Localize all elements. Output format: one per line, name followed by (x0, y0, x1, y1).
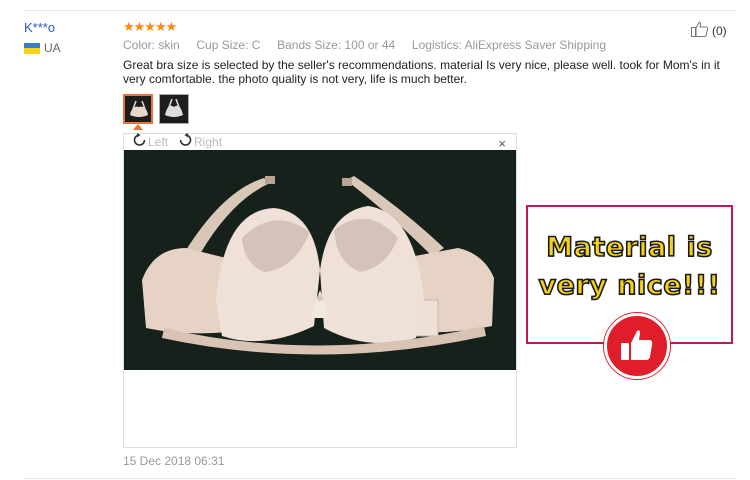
band-size-value: 100 or 44 (344, 38, 396, 52)
band-size-label: Bands Size: (277, 38, 342, 52)
logistics-label: Logistics: (411, 38, 462, 52)
rotate-right-label: Right (194, 134, 223, 149)
reviewer-country: UA (24, 41, 61, 55)
review-photo[interactable] (124, 150, 516, 370)
review-thumbnail[interactable] (159, 94, 189, 124)
promo-line-2: very nice!!! (538, 269, 721, 302)
rotate-right-icon (178, 133, 193, 150)
review-thumbnails (123, 94, 189, 124)
helpful-button[interactable]: (0) (691, 21, 727, 40)
thumbs-up-badge-icon (604, 313, 670, 379)
ukraine-flag-icon (24, 42, 40, 54)
review-thumbnail[interactable] (123, 94, 153, 124)
review-text: Great bra size is selected by the seller… (123, 58, 720, 86)
country-code: UA (44, 41, 61, 55)
top-divider (24, 10, 736, 11)
selected-thumbnail-caret (133, 124, 143, 130)
rotate-left-label: Left (148, 134, 169, 149)
review-date: 15 Dec 2018 06:31 (123, 454, 225, 468)
image-viewer: Left Right × (123, 133, 517, 448)
color-label: Color: (123, 38, 156, 52)
rotate-left-icon (132, 133, 147, 150)
reviewer-name[interactable]: K***o (24, 20, 55, 35)
logistics-value: AliExpress Saver Shipping (464, 38, 607, 52)
helpful-count: (0) (712, 23, 727, 38)
rotate-left-button[interactable]: Left (132, 133, 168, 150)
star-rating: ★★★★★ (123, 19, 177, 34)
thumbs-up-icon (691, 21, 709, 40)
rotate-controls: Left Right (132, 133, 230, 150)
promo-line-1: Material is (545, 231, 713, 264)
cup-size-label: Cup Size: (196, 38, 249, 52)
rotate-right-button[interactable]: Right (178, 133, 222, 150)
color-value: skin (158, 38, 180, 52)
bottom-divider (24, 478, 736, 479)
cup-size-value: C (251, 38, 261, 52)
close-icon[interactable]: × (498, 136, 506, 151)
promo-text: Material is very nice!!! (528, 229, 731, 305)
order-attributes: Color: skin Cup Size: C Bands Size: 100 … (123, 38, 606, 52)
